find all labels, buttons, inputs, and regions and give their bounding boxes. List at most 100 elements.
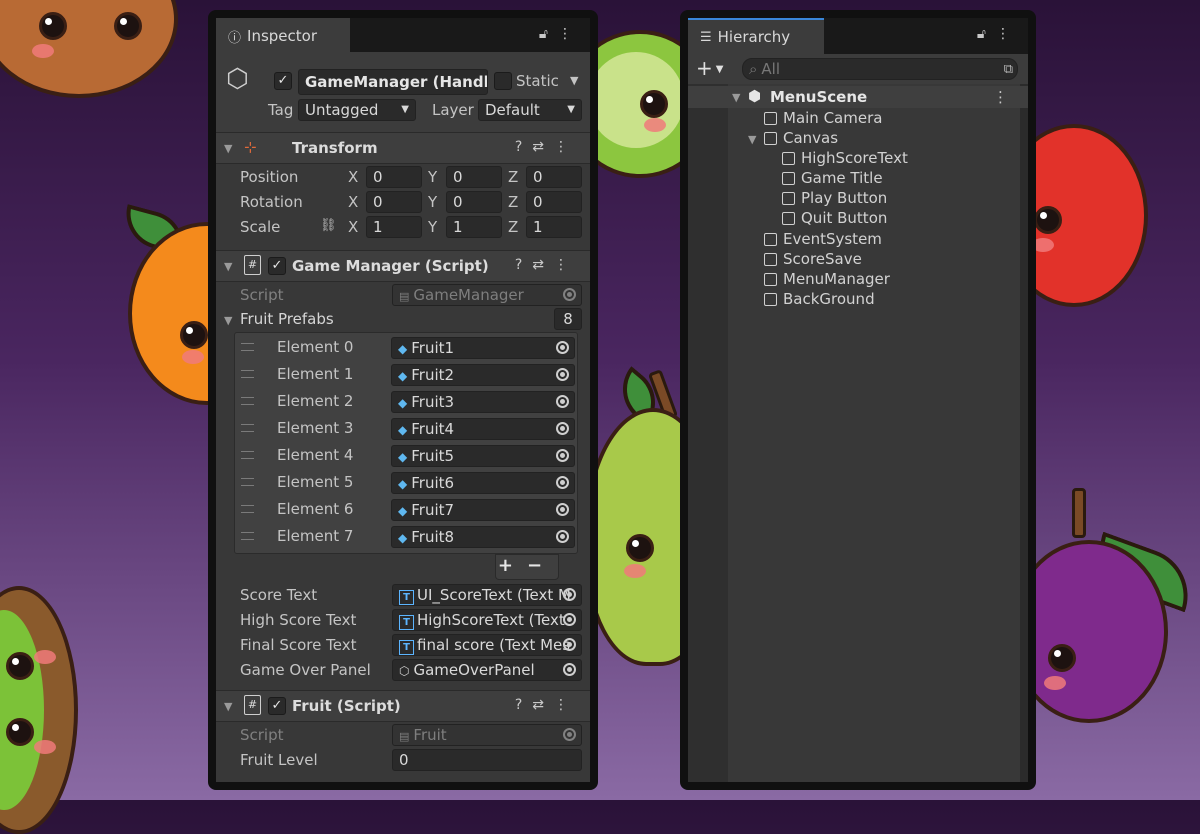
hierarchy-item-scoresave[interactable]: ScoreSave: [688, 250, 1028, 270]
presets-icon[interactable]: ⇄: [532, 697, 554, 713]
lock-icon[interactable]: 🔓︎: [539, 26, 558, 42]
tab-hierarchy[interactable]: ☰ Hierarchy: [688, 18, 824, 54]
gameobject-cube-icon[interactable]: ⬡: [226, 64, 249, 94]
hierarchy-item-eventsystem[interactable]: EventSystem: [688, 230, 1028, 250]
axis-z-label[interactable]: Z: [508, 193, 518, 211]
help-icon[interactable]: ?: [515, 697, 532, 713]
scene-row[interactable]: ▼ ⬢ MenuScene ⋮: [688, 86, 1028, 108]
drag-handle-icon[interactable]: [241, 505, 254, 513]
list-item[interactable]: Element 5 ◆ Fruit6: [235, 469, 577, 496]
hierarchy-item-background[interactable]: BackGround: [688, 290, 1028, 310]
position-y-field[interactable]: 0: [446, 166, 502, 188]
lock-icon[interactable]: 🔓︎: [977, 26, 996, 42]
object-picker-icon[interactable]: [563, 663, 576, 676]
fruit-script-header[interactable]: ▼ # ✓ Fruit (Script) ?⇄⋮: [216, 690, 590, 722]
element-object-field[interactable]: ◆ Fruit2: [391, 364, 575, 386]
axis-x-label[interactable]: X: [348, 193, 358, 211]
foldout-arrow-icon[interactable]: ▼: [224, 700, 232, 713]
drag-handle-icon[interactable]: [241, 478, 254, 486]
kebab-menu-icon[interactable]: ⋮: [554, 257, 578, 273]
game-manager-header[interactable]: ▼ # ✓ Game Manager (Script) ?⇄⋮: [216, 250, 590, 282]
scale-y-field[interactable]: 1: [446, 216, 502, 238]
tag-dropdown[interactable]: Untagged ▼: [298, 99, 416, 121]
list-item[interactable]: Element 2 ◆ Fruit3: [235, 388, 577, 415]
fruit-prefabs-row[interactable]: ▼ Fruit Prefabs 8: [216, 308, 590, 332]
layer-dropdown[interactable]: Default ▼: [478, 99, 582, 121]
kebab-menu-icon[interactable]: ⋮: [558, 26, 582, 42]
scale-z-field[interactable]: 1: [526, 216, 582, 238]
active-checkbox[interactable]: ✓: [274, 72, 292, 90]
scale-x-field[interactable]: 1: [366, 216, 422, 238]
object-picker-icon[interactable]: [556, 395, 569, 408]
element-object-field[interactable]: ◆ Fruit7: [391, 499, 575, 521]
static-dropdown-icon[interactable]: ▼: [570, 74, 578, 87]
drag-handle-icon[interactable]: [241, 343, 254, 351]
object-picker-icon[interactable]: [563, 613, 576, 626]
axis-y-label[interactable]: Y: [428, 168, 437, 186]
object-picker-icon[interactable]: [556, 368, 569, 381]
foldout-arrow-icon[interactable]: ▼: [224, 314, 232, 327]
foldout-arrow-icon[interactable]: ▼: [224, 260, 232, 273]
foldout-arrow-icon[interactable]: ▼: [732, 91, 740, 104]
fruit-enabled-checkbox[interactable]: ✓: [268, 697, 286, 715]
foldout-arrow-icon[interactable]: ▼: [224, 142, 232, 155]
score-text-field[interactable]: T UI_ScoreText (Text M: [392, 584, 582, 606]
hierarchy-item-quit-button[interactable]: Quit Button: [688, 209, 1028, 229]
element-object-field[interactable]: ◆ Fruit3: [391, 391, 575, 413]
position-z-field[interactable]: 0: [526, 166, 582, 188]
axis-x-label[interactable]: X: [348, 218, 358, 236]
hierarchy-item-menumanager[interactable]: MenuManager: [688, 270, 1028, 290]
remove-element-button[interactable]: −: [527, 555, 556, 576]
rotation-z-field[interactable]: 0: [526, 191, 582, 213]
search-options-icon[interactable]: ⧉: [1004, 60, 1013, 79]
element-object-field[interactable]: ◆ Fruit1: [391, 337, 575, 359]
kebab-menu-icon[interactable]: ⋮: [993, 88, 1008, 106]
search-input[interactable]: ⌕ All ⧉: [742, 58, 1018, 80]
axis-z-label[interactable]: Z: [508, 218, 518, 236]
object-picker-icon[interactable]: [556, 476, 569, 489]
list-item[interactable]: Element 1 ◆ Fruit2: [235, 361, 577, 388]
game-manager-enabled-checkbox[interactable]: ✓: [268, 257, 286, 275]
rotation-y-field[interactable]: 0: [446, 191, 502, 213]
list-item[interactable]: Element 4 ◆ Fruit5: [235, 442, 577, 469]
object-name-field[interactable]: GameManager (Handles s: [298, 69, 488, 95]
drag-handle-icon[interactable]: [241, 451, 254, 459]
object-picker-icon[interactable]: [556, 422, 569, 435]
object-picker-icon[interactable]: [556, 503, 569, 516]
hierarchy-item-highscoretext[interactable]: HighScoreText: [688, 149, 1028, 169]
drag-handle-icon[interactable]: [241, 532, 254, 540]
tab-inspector[interactable]: ⓘ Inspector: [216, 18, 350, 52]
position-x-field[interactable]: 0: [366, 166, 422, 188]
static-checkbox[interactable]: [494, 72, 512, 90]
list-item[interactable]: Element 3 ◆ Fruit4: [235, 415, 577, 442]
help-icon[interactable]: ?: [515, 257, 532, 273]
presets-icon[interactable]: ⇄: [532, 257, 554, 273]
kebab-menu-icon[interactable]: ⋮: [996, 26, 1020, 42]
object-picker-icon[interactable]: [556, 530, 569, 543]
hierarchy-item-game-title[interactable]: Game Title: [688, 169, 1028, 189]
axis-x-label[interactable]: X: [348, 168, 358, 186]
add-button[interactable]: + ▼: [696, 56, 723, 80]
list-item[interactable]: Element 6 ◆ Fruit7: [235, 496, 577, 523]
foldout-arrow-icon[interactable]: ▼: [748, 133, 756, 146]
add-element-button[interactable]: +: [498, 555, 527, 576]
object-picker-icon[interactable]: [563, 638, 576, 651]
transform-header[interactable]: ▼ ⊹ Transform ?⇄⋮: [216, 132, 590, 164]
object-picker-icon[interactable]: [556, 341, 569, 354]
element-object-field[interactable]: ◆ Fruit8: [391, 526, 575, 548]
kebab-menu-icon[interactable]: ⋮: [554, 697, 578, 713]
hierarchy-item-play-button[interactable]: Play Button: [688, 189, 1028, 209]
fruit-level-field[interactable]: 0: [392, 749, 582, 771]
drag-handle-icon[interactable]: [241, 370, 254, 378]
axis-y-label[interactable]: Y: [428, 193, 437, 211]
fruit-prefabs-size-field[interactable]: 8: [554, 308, 582, 330]
list-item[interactable]: Element 0 ◆ Fruit1: [235, 334, 577, 361]
hierarchy-item-main-camera[interactable]: Main Camera: [688, 109, 1028, 129]
axis-y-label[interactable]: Y: [428, 218, 437, 236]
high-score-text-field[interactable]: T HighScoreText (Text: [392, 609, 582, 631]
drag-handle-icon[interactable]: [241, 424, 254, 432]
object-picker-icon[interactable]: [563, 588, 576, 601]
object-picker-icon[interactable]: [556, 449, 569, 462]
rotation-x-field[interactable]: 0: [366, 191, 422, 213]
element-object-field[interactable]: ◆ Fruit5: [391, 445, 575, 467]
